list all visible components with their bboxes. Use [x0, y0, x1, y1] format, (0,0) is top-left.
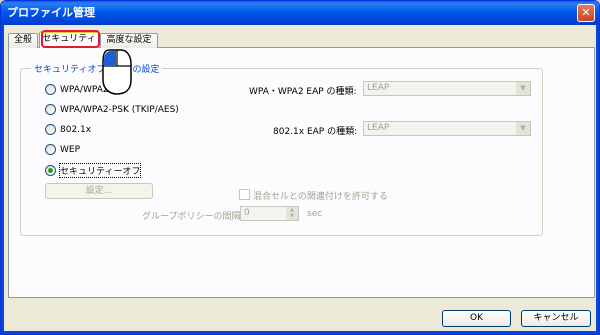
wpa-eap-select[interactable]: LEAP ▼: [363, 81, 531, 96]
settings-button[interactable]: 設定...: [45, 183, 153, 199]
radio-wpa-wpa2[interactable]: WPA/WPA2: [45, 84, 109, 95]
wpa-eap-label: WPA・WPA2 EAP の種類:: [249, 87, 357, 97]
radio-label: 802.1x: [60, 124, 92, 135]
radio-label: WEP: [60, 144, 81, 155]
radio-button[interactable]: [45, 124, 56, 135]
radio-label: WPA/WPA2-PSK (TKIP/AES): [60, 104, 179, 115]
group-policy-unit: sec: [307, 209, 323, 219]
profile-management-window: プロファイル管理 ✕ 全般 セキュリティ 高度な設定 セキュリティオプションの設…: [0, 0, 600, 335]
radio-security-off[interactable]: セキュリティーオフ: [45, 163, 142, 178]
cancel-button[interactable]: キャンセル: [521, 310, 591, 327]
ok-button[interactable]: OK: [442, 310, 511, 327]
tab-general[interactable]: 全般: [8, 33, 38, 48]
mixed-cell-checkbox[interactable]: [239, 189, 250, 200]
radio-label: セキュリティーオフ: [58, 163, 142, 178]
spinner-arrows-icon[interactable]: ▲ ▼: [286, 207, 298, 220]
8021x-eap-select[interactable]: LEAP ▼: [363, 121, 531, 136]
radio-button[interactable]: [45, 104, 56, 115]
title-bar: プロファイル管理 ✕: [1, 1, 599, 25]
window-frame-bottom: [1, 331, 599, 334]
radio-button-selected[interactable]: [45, 165, 56, 176]
mixed-cell-label: 混合セルとの関連付けを許可する: [253, 192, 388, 202]
window-title: プロファイル管理: [7, 6, 95, 19]
chevron-down-icon: ▼: [516, 122, 530, 135]
mouse-cursor-icon: [102, 49, 132, 95]
radio-8021x[interactable]: 802.1x: [45, 124, 91, 135]
radio-button[interactable]: [45, 144, 56, 155]
tab-advanced[interactable]: 高度な設定: [100, 33, 158, 48]
window-frame-right: [596, 25, 599, 334]
radio-wep[interactable]: WEP: [45, 144, 80, 155]
tab-highlight-marker: [41, 30, 100, 48]
wpa-eap-value: LEAP: [367, 83, 390, 93]
window-frame-left: [1, 25, 4, 334]
8021x-eap-value: LEAP: [367, 123, 390, 133]
radio-button[interactable]: [45, 84, 56, 95]
chevron-down-icon: ▼: [516, 82, 530, 95]
close-button[interactable]: ✕: [577, 4, 595, 22]
group-legend: セキュリティオプションの設定: [31, 62, 163, 75]
group-policy-value: 0: [244, 208, 250, 218]
group-policy-label: グループポリシーの間隔: [142, 212, 241, 222]
radio-wpa-psk[interactable]: WPA/WPA2-PSK (TKIP/AES): [45, 104, 179, 115]
8021x-eap-label: 802.1x EAP の種類:: [273, 127, 358, 137]
group-policy-spinner[interactable]: 0 ▲ ▼: [240, 206, 299, 221]
